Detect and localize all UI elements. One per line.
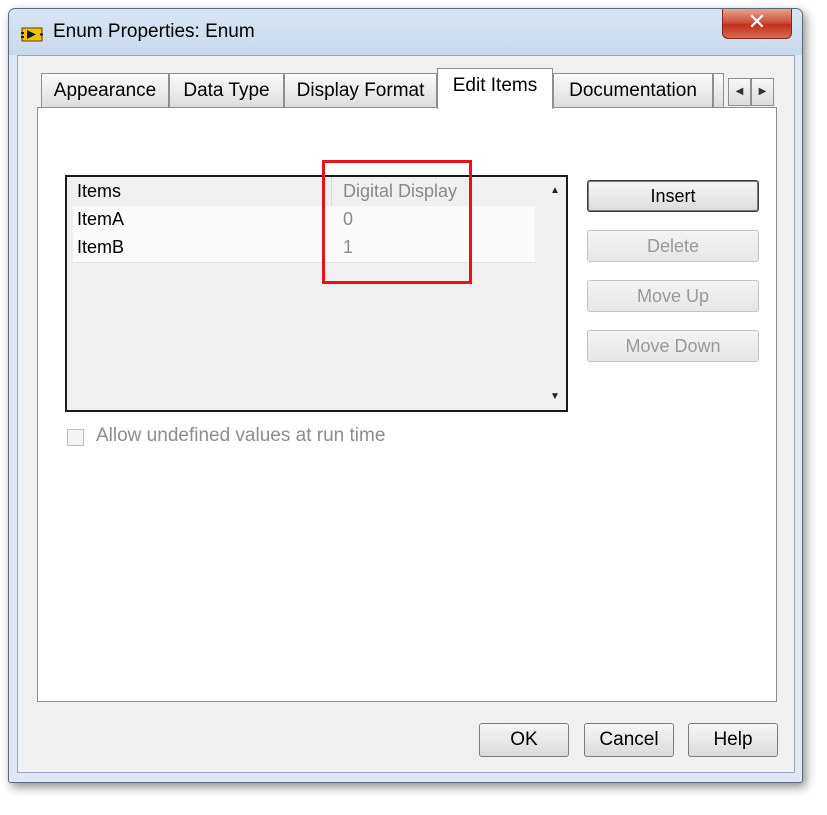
digital-display-highlight [322,160,472,284]
tab-label: Documentation [569,80,697,101]
dialog-window: Enum Properties: Enum ✕ Appearance Data … [8,8,803,783]
item-name-cell[interactable]: ItemB [77,237,124,258]
tab-scroll-arrows: ◀ ▶ [724,78,774,106]
tab-label: Display Format [296,80,425,101]
tab-label: Appearance [53,80,157,101]
tab-label: Data Type [183,80,270,101]
tab-display-format[interactable]: Display Format [284,73,437,108]
title-bar[interactable]: Enum Properties: Enum ✕ [9,9,802,55]
labview-app-icon [21,27,43,42]
tab-overflow[interactable] [713,73,724,108]
ok-button[interactable]: OK [479,723,569,757]
item-name-cell[interactable]: ItemA [77,209,124,230]
tab-documentation[interactable]: Documentation [553,73,713,108]
items-table[interactable]: Items Digital Display ItemA 0 ItemB 1 ▲ … [65,175,568,412]
delete-button[interactable]: Delete [587,230,759,262]
tab-label: Edit Items [452,75,538,96]
move-up-button[interactable]: Move Up [587,280,759,312]
tab-scroll-left-icon[interactable]: ◀ [728,78,751,106]
cancel-button[interactable]: Cancel [584,723,674,757]
scroll-up-icon[interactable]: ▲ [546,182,564,200]
scroll-down-icon[interactable]: ▼ [546,388,564,406]
allow-undefined-checkbox[interactable] [67,429,84,446]
window-title: Enum Properties: Enum [53,21,255,42]
move-down-button[interactable]: Move Down [587,330,759,362]
allow-undefined-label: Allow undefined values at run time [96,425,386,446]
insert-button[interactable]: Insert [587,180,759,212]
help-button[interactable]: Help [688,723,778,757]
dialog-client-area: Appearance Data Type Display Format Edit… [17,55,795,773]
tab-data-type[interactable]: Data Type [169,73,284,108]
tab-edit-items[interactable]: Edit Items [437,68,553,109]
tab-scroll-right-icon[interactable]: ▶ [751,78,774,106]
items-column-header: Items [77,181,122,201]
tab-appearance[interactable]: Appearance [41,73,169,108]
vertical-scrollbar[interactable]: ▲ ▼ [546,180,564,406]
close-button[interactable]: ✕ [722,9,792,39]
close-icon: ✕ [747,10,767,35]
